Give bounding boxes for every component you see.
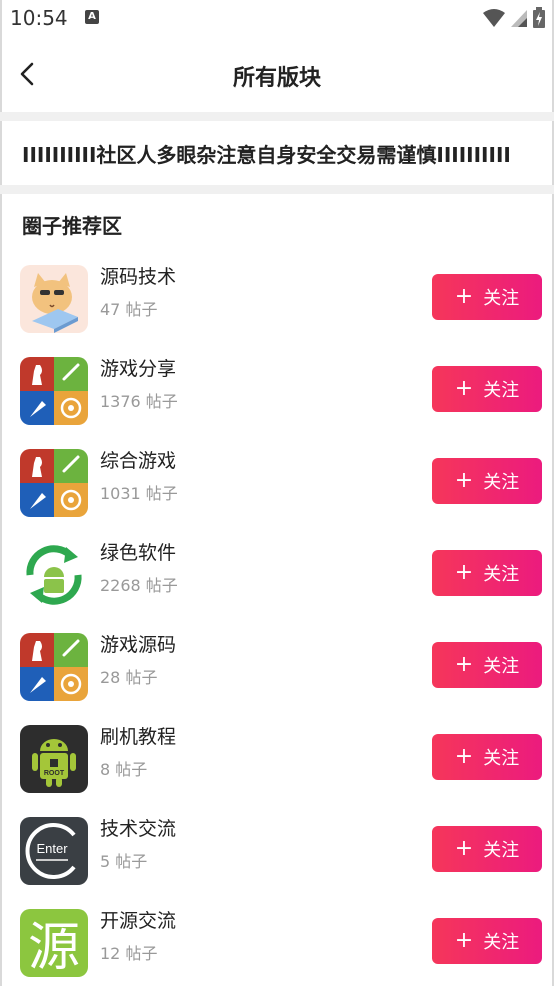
status-bar: 10:54 A [0,0,554,38]
list-item[interactable]: 绿色软件 2268 帖子 + 关注 [0,526,554,618]
follow-button[interactable]: + 关注 [432,918,542,964]
list-item[interactable]: 综合游戏 1031 帖子 + 关注 [0,434,554,526]
follow-label: 关注 [483,840,520,861]
follow-label: 关注 [483,564,520,585]
plus-icon: + [454,284,474,309]
header: 所有版块 [0,38,554,112]
follow-button[interactable]: + 关注 [432,366,542,412]
item-post-count: 12 帖子 [100,944,158,963]
plus-icon: + [454,652,474,677]
a-icon: A [85,10,99,24]
follow-button[interactable]: + 关注 [432,826,542,872]
plus-icon: + [454,836,474,861]
item-post-count: 28 帖子 [100,668,158,687]
follow-button[interactable]: + 关注 [432,734,542,780]
follow-label: 关注 [483,932,520,953]
list-item[interactable]: 源码技术 47 帖子 + 关注 [0,250,554,342]
item-post-count: 47 帖子 [100,300,158,319]
item-name: 开源交流 [100,910,177,932]
list-item[interactable]: ROOT 刷机教程 8 帖子 + 关注 [0,710,554,802]
follow-button[interactable]: + 关注 [432,550,542,596]
plus-icon: + [454,468,474,493]
divider [0,185,554,194]
svg-text:源: 源 [28,918,80,977]
svg-text:ROOT: ROOT [44,770,65,777]
game-center-icon [20,633,88,701]
plus-icon: + [454,376,474,401]
follow-label: 关注 [483,656,520,677]
list-item[interactable]: 游戏分享 1376 帖子 + 关注 [0,342,554,434]
item-post-count: 1376 帖子 [100,392,178,411]
game-center-icon [20,449,88,517]
plus-icon: + [454,744,474,769]
enter-icon: Enter [20,817,88,885]
follow-label: 关注 [483,288,520,309]
section-title: 圈子推荐区 [22,214,122,238]
divider [0,112,554,121]
item-name: 绿色软件 [100,542,177,564]
list-item[interactable]: Enter 技术交流 5 帖子 + 关注 [0,802,554,894]
item-post-count: 5 帖子 [100,852,148,871]
status-icons [482,6,546,30]
cat-laptop-icon [20,265,88,333]
svg-text:Enter: Enter [36,841,68,856]
yuan-character-icon: 源 [20,909,88,977]
item-name: 源码技术 [100,266,177,288]
item-name: 游戏分享 [100,358,177,380]
follow-button[interactable]: + 关注 [432,458,542,504]
item-name: 综合游戏 [100,450,177,472]
wifi-icon [483,9,505,27]
item-post-count: 8 帖子 [100,760,148,779]
follow-label: 关注 [483,472,520,493]
item-name: 刷机教程 [100,726,177,748]
android-root-icon: ROOT [20,725,88,793]
item-post-count: 2268 帖子 [100,576,178,595]
list-item[interactable]: 游戏源码 28 帖子 + 关注 [0,618,554,710]
list-item[interactable]: 源 开源交流 12 帖子 + 关注 [0,894,554,986]
battery-icon [533,7,545,28]
android-recycle-icon [20,541,88,609]
item-name: 技术交流 [100,818,177,840]
notice-banner: IIIIIIIIII社区人多眼杂注意自身安全交易需谨慎IIIIIIIIII [0,121,554,185]
game-center-icon [20,357,88,425]
item-post-count: 1031 帖子 [100,484,178,503]
notice-text: IIIIIIIIII社区人多眼杂注意自身安全交易需谨慎IIIIIIIIII [22,143,511,167]
item-name: 游戏源码 [100,634,177,656]
follow-button[interactable]: + 关注 [432,274,542,320]
status-time: 10:54 [10,6,68,30]
page-title: 所有版块 [232,66,321,91]
follow-button[interactable]: + 关注 [432,642,542,688]
follow-label: 关注 [483,380,520,401]
plus-icon: + [454,928,474,953]
signal-icon [511,10,527,27]
plus-icon: + [454,560,474,585]
follow-label: 关注 [483,748,520,769]
